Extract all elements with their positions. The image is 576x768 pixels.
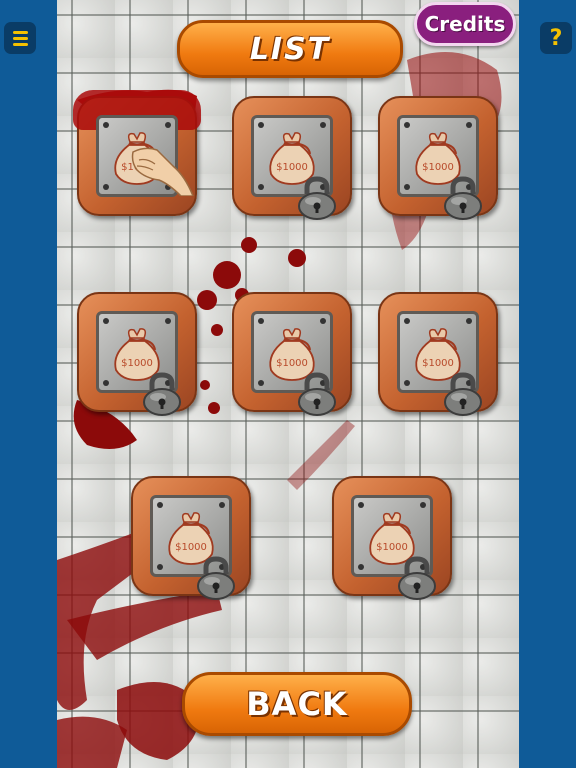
bag-label: $1000 <box>276 162 308 173</box>
help-button[interactable]: ? <box>540 22 572 54</box>
hamburger-menu-icon <box>12 30 28 46</box>
level-tile-6[interactable]: $1000 <box>378 292 502 416</box>
level-tile-8[interactable]: $1000 <box>332 476 456 600</box>
bag-label: $1000 <box>121 358 153 369</box>
bag-label: $1000 <box>276 358 308 369</box>
help-label: ? <box>549 25 563 51</box>
back-label: BACK <box>246 685 348 723</box>
credits-label: Credits <box>424 12 506 36</box>
padlock-icon <box>298 372 336 416</box>
bag-label: $1000 <box>376 542 408 553</box>
level-board: LIST Credits $1000 $1000 $1000 $1000 $10… <box>57 0 519 768</box>
level-tile-2[interactable]: $1000 <box>232 96 356 220</box>
list-title-banner: LIST <box>177 20 403 78</box>
bag-label: $1000 <box>422 358 454 369</box>
padlock-icon <box>197 556 235 600</box>
level-tile-5[interactable]: $1000 <box>232 292 356 416</box>
padlock-icon <box>444 372 482 416</box>
right-sidebar: ? <box>519 0 576 768</box>
credits-button[interactable]: Credits <box>414 2 516 46</box>
level-tile-3[interactable]: $1000 <box>378 96 502 220</box>
page-title: LIST <box>249 31 331 67</box>
level-tile-1[interactable]: $1000 <box>73 90 201 220</box>
padlock-icon <box>298 176 336 220</box>
back-button[interactable]: BACK <box>182 672 412 736</box>
pointing-hand-icon <box>131 147 194 196</box>
bag-label: $1000 <box>175 542 207 553</box>
menu-button[interactable] <box>4 22 36 54</box>
padlock-icon <box>143 372 181 416</box>
level-tile-7[interactable]: $1000 <box>131 476 255 600</box>
padlock-icon <box>444 176 482 220</box>
padlock-icon <box>398 556 436 600</box>
level-tile-4[interactable]: $1000 <box>77 292 201 416</box>
left-sidebar <box>0 0 57 768</box>
bag-label: $1000 <box>422 162 454 173</box>
